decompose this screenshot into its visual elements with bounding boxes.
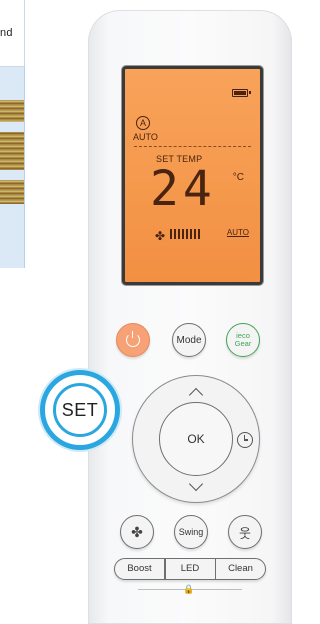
auto-mode-icon: A: [136, 116, 150, 130]
fan-level-bar: [178, 229, 180, 239]
power-button[interactable]: [116, 323, 150, 357]
person-sense-button[interactable]: 웃: [228, 515, 262, 549]
led-button[interactable]: LED: [166, 558, 215, 580]
swing-button[interactable]: Swing: [174, 515, 208, 549]
lcd-divider: [134, 146, 251, 147]
function-button-bar: Boost LED Clean: [114, 558, 266, 580]
fan-icon: ✤: [131, 523, 143, 540]
timer-icon[interactable]: [237, 432, 253, 448]
remote-control: A AUTO SET TEMP 24 °C ✤ AUTO Mode ieco G…: [88, 10, 292, 624]
power-icon: [126, 331, 140, 347]
lock-icon: 🔒: [183, 584, 195, 594]
set-callout: SET: [40, 370, 120, 450]
fan-level-bar: [194, 229, 196, 239]
coil-image: [0, 100, 24, 204]
mode-label: AUTO: [133, 132, 158, 142]
person-icon: 웃: [239, 525, 251, 541]
clean-button[interactable]: Clean: [216, 558, 265, 580]
fan-level-bar: [170, 229, 172, 239]
fan-level-bar: [186, 229, 188, 239]
fan-level-bar: [190, 229, 192, 239]
fan-speed-bars: [170, 229, 200, 239]
fan-level-bar: [198, 229, 200, 239]
eco-gear-button[interactable]: ieco Gear: [226, 323, 260, 357]
boost-button[interactable]: Boost: [115, 558, 164, 580]
temperature-value: 24: [150, 161, 216, 217]
fan-level-bar: [182, 229, 184, 239]
eco-gear-label-line2: Gear: [234, 339, 252, 348]
fan-auto-label: AUTO: [226, 228, 249, 237]
mode-button[interactable]: Mode: [172, 323, 206, 357]
direction-pad: OK: [132, 375, 260, 503]
ok-button[interactable]: OK: [159, 402, 233, 476]
fan-level-bar: [174, 229, 176, 239]
fan-icon: ✤: [155, 229, 166, 243]
side-card-text: nd: [0, 27, 13, 39]
temperature-unit: °C: [232, 172, 244, 183]
fan-button[interactable]: ✤: [120, 515, 154, 549]
set-button[interactable]: SET: [53, 383, 107, 437]
lcd-screen: A AUTO SET TEMP 24 °C ✤ AUTO: [122, 66, 263, 285]
arrow-down-button[interactable]: [188, 476, 204, 492]
side-card: nd: [0, 0, 25, 67]
battery-icon: [232, 89, 251, 97]
arrow-up-button[interactable]: [188, 387, 204, 403]
